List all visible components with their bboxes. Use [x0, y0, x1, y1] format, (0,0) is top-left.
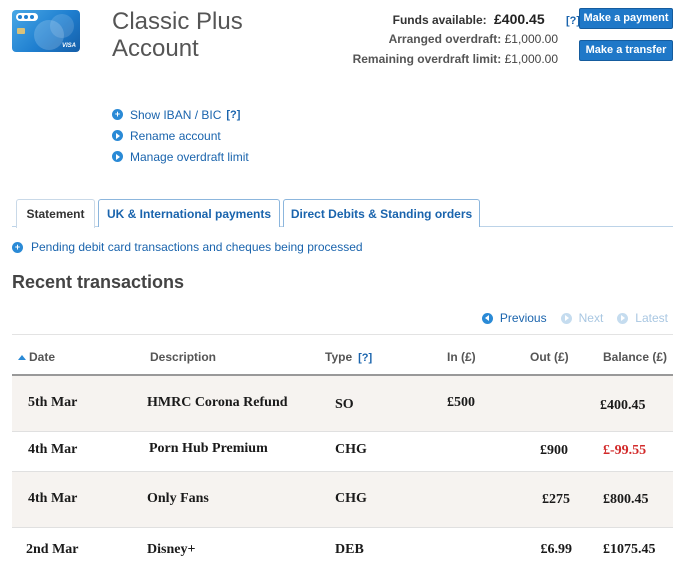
row-date: 4th Mar	[28, 442, 78, 457]
funds-available-value: £400.45	[494, 11, 545, 27]
arrow-right-icon	[112, 130, 123, 141]
funds-summary: Funds available: £400.45 [?] Arranged ov…	[352, 9, 580, 69]
latest-label: Latest	[635, 311, 668, 325]
pending-transactions-link[interactable]: Pending debit card transactions and cheq…	[12, 240, 363, 254]
funds-help-link[interactable]: [?]	[566, 15, 580, 27]
sort-ascending-icon	[18, 355, 26, 360]
make-transfer-button[interactable]: Make a transfer	[579, 40, 673, 61]
balance-column-header: Balance (£)	[603, 350, 668, 364]
row-type: CHG	[335, 442, 367, 457]
latest-page-link[interactable]: Latest	[617, 311, 668, 325]
recent-transactions-heading: Recent transactions	[12, 272, 185, 292]
row-type: SO	[335, 397, 354, 412]
arrow-right-icon	[112, 151, 123, 162]
row-type: CHG	[335, 491, 367, 506]
row-balance: £400.45	[600, 398, 646, 413]
arrow-right-icon	[560, 312, 572, 324]
remaining-limit-label: Remaining overdraft limit:	[352, 52, 502, 66]
show-iban-label: Show IBAN / BIC	[130, 107, 222, 122]
account-links: Show IBAN / BIC [?] Rename account Manag…	[112, 104, 249, 167]
in-column-header: In (£)	[447, 350, 476, 364]
row-date: 5th Mar	[28, 395, 78, 410]
row-balance-negative: £-99.55	[603, 443, 647, 458]
pagination: Previous Next Latest	[468, 311, 668, 325]
next-label: Next	[578, 311, 604, 325]
previous-label: Previous	[499, 311, 547, 325]
arranged-overdraft-value: £1,000.00	[504, 32, 558, 46]
row-in: £500	[447, 395, 475, 410]
manage-overdraft-link[interactable]: Manage overdraft limit	[112, 146, 249, 167]
row-date: 4th Mar	[28, 491, 78, 506]
arrow-right-icon	[617, 312, 629, 324]
description-column-header: Description	[150, 350, 217, 364]
iban-help-link[interactable]: [?]	[226, 106, 240, 124]
type-help-link[interactable]: [?]	[358, 352, 372, 364]
row-out: £6.99	[540, 542, 573, 557]
bank-logo	[16, 13, 38, 21]
row-description: Disney+	[147, 542, 196, 557]
show-iban-link[interactable]: Show IBAN / BIC [?]	[112, 104, 249, 125]
tab-statement[interactable]: Statement	[16, 199, 95, 228]
divider	[12, 334, 673, 335]
table-row: 2nd Mar Disney+ DEB £6.99 £1075.45	[12, 528, 673, 572]
transactions-table-header: Date Description Type [?] In (£) Out (£) …	[12, 347, 673, 367]
tab-direct-debits[interactable]: Direct Debits & Standing orders	[283, 199, 480, 227]
visa-logo: VISA	[61, 43, 76, 49]
row-description: Only Fans	[147, 491, 209, 506]
date-column-header[interactable]: Date	[18, 350, 55, 364]
row-date: 2nd Mar	[26, 542, 79, 557]
out-column-header: Out (£)	[530, 350, 569, 364]
next-page-link[interactable]: Next	[560, 311, 604, 325]
previous-page-link[interactable]: Previous	[481, 311, 547, 325]
plus-icon	[112, 109, 123, 120]
card-image: VISA	[12, 10, 80, 52]
tab-uk-international-payments[interactable]: UK & International payments	[98, 199, 280, 227]
row-description: Porn Hub Premium	[149, 441, 268, 456]
row-description: HMRC Corona Refund	[147, 395, 288, 410]
funds-available-label: Funds available:	[392, 13, 487, 27]
arrow-left-icon	[481, 312, 493, 324]
type-column-header: Type [?]	[325, 350, 373, 364]
plus-icon	[12, 241, 23, 253]
row-out: £275	[542, 492, 570, 507]
make-payment-button[interactable]: Make a payment	[579, 8, 673, 29]
row-balance: £800.45	[603, 492, 649, 507]
table-row: 4th Mar Only Fans CHG £275 £800.45	[12, 472, 673, 528]
rename-account-link[interactable]: Rename account	[112, 125, 249, 146]
card-chip	[17, 28, 25, 34]
remaining-limit-value: £1,000.00	[504, 52, 558, 66]
arranged-overdraft-label: Arranged overdraft:	[388, 32, 502, 46]
row-out: £900	[540, 443, 568, 458]
account-name: Classic Plus Account	[112, 8, 243, 62]
pending-transactions-label: Pending debit card transactions and cheq…	[31, 240, 363, 254]
row-balance: £1075.45	[603, 542, 656, 557]
rename-account-label: Rename account	[130, 128, 221, 143]
table-row: 4th Mar Porn Hub Premium CHG £900 £-99.5…	[12, 432, 673, 472]
tab-bar: Statement UK & International payments Di…	[12, 199, 673, 228]
table-row: 5th Mar HMRC Corona Refund SO £500 £400.…	[12, 376, 673, 432]
row-type: DEB	[335, 542, 364, 557]
manage-overdraft-label: Manage overdraft limit	[130, 149, 249, 164]
